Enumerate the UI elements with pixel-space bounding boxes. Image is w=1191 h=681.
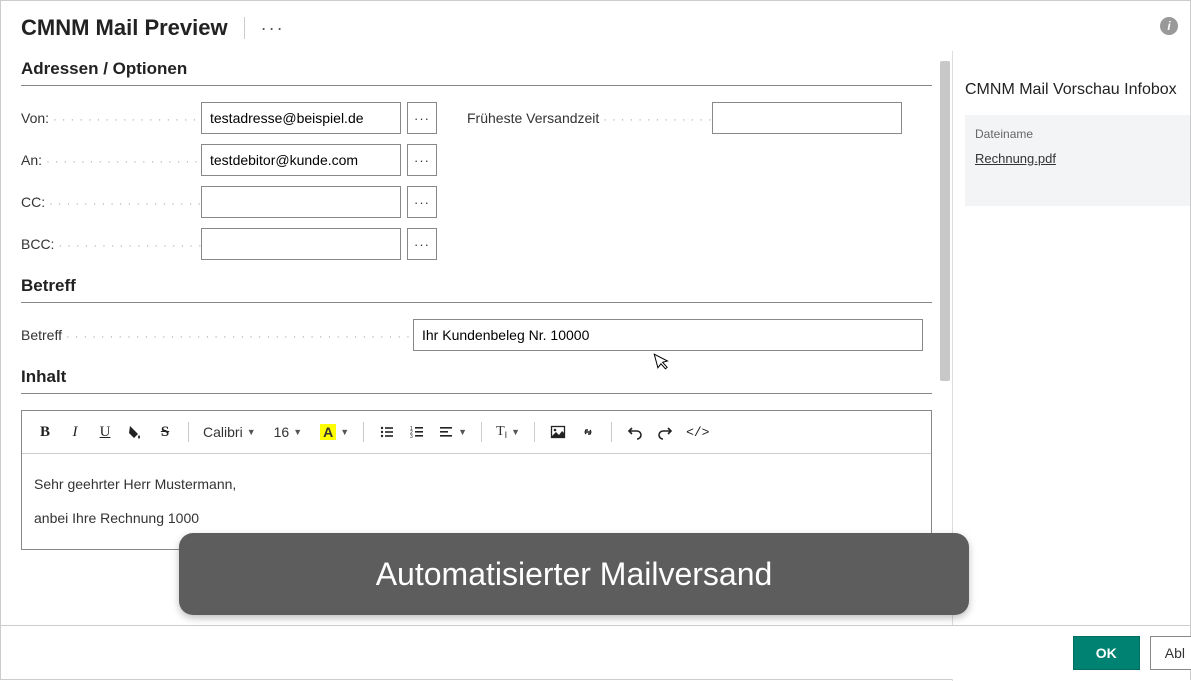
attachment-box: Dateiname Rechnung.pdf: [965, 115, 1190, 206]
to-lookup-button[interactable]: ···: [407, 144, 437, 176]
cc-input[interactable]: [201, 186, 401, 218]
overlay-banner: Automatisierter Mailversand: [179, 533, 969, 615]
toolbar-separator: [481, 422, 482, 442]
toolbar-separator: [611, 422, 612, 442]
sendtime-input[interactable]: [712, 102, 902, 134]
ok-button[interactable]: OK: [1073, 636, 1140, 670]
bold-button[interactable]: B: [32, 419, 58, 445]
link-button[interactable]: [575, 419, 601, 445]
cancel-button[interactable]: Abl: [1150, 636, 1191, 670]
editor-line: anbei Ihre Rechnung 1000: [34, 502, 919, 536]
page-title: CMNM Mail Preview: [21, 15, 228, 41]
bcc-lookup-button[interactable]: ···: [407, 228, 437, 260]
numbered-list-button[interactable]: 123: [404, 419, 430, 445]
bcc-input[interactable]: [201, 228, 401, 260]
side-pane: CMNM Mail Vorschau Infobox Dateiname Rec…: [952, 51, 1190, 681]
redo-button[interactable]: [652, 419, 678, 445]
infobox-title: CMNM Mail Vorschau Infobox: [965, 81, 1190, 99]
from-lookup-button[interactable]: ···: [407, 102, 437, 134]
filename-label: Dateiname: [975, 127, 1180, 141]
underline-button[interactable]: U: [92, 419, 118, 445]
info-icon[interactable]: i: [1160, 17, 1178, 35]
cc-label: CC:: [21, 194, 201, 210]
cc-lookup-button[interactable]: ···: [407, 186, 437, 218]
strikethrough-button[interactable]: S: [152, 419, 178, 445]
editor-toolbar: B I U S Calibri▼ 16▼ A▼ 123: [22, 411, 931, 454]
code-view-button[interactable]: </>: [682, 419, 713, 445]
from-input[interactable]: [201, 102, 401, 134]
sendtime-label: Früheste Versandzeit: [467, 110, 712, 126]
toolbar-separator: [534, 422, 535, 442]
footer: OK Abl: [1, 625, 1190, 679]
undo-button[interactable]: [622, 419, 648, 445]
font-color-dropdown[interactable]: A▼: [316, 419, 353, 445]
image-button[interactable]: [545, 419, 571, 445]
vertical-scrollbar[interactable]: [940, 61, 950, 381]
to-input[interactable]: [201, 144, 401, 176]
svg-text:3: 3: [410, 434, 413, 440]
font-size-dropdown[interactable]: 16▼: [270, 419, 307, 445]
rich-text-editor: B I U S Calibri▼ 16▼ A▼ 123: [21, 410, 932, 550]
from-label: Von:: [21, 110, 201, 126]
section-content[interactable]: Inhalt: [21, 367, 932, 394]
italic-button[interactable]: I: [62, 419, 88, 445]
subject-input[interactable]: [413, 319, 923, 351]
section-addresses[interactable]: Adressen / Optionen: [21, 59, 932, 86]
text-style-dropdown[interactable]: TI▼: [492, 419, 524, 445]
page-header: CMNM Mail Preview ···: [1, 1, 1190, 51]
font-family-dropdown[interactable]: Calibri▼: [199, 419, 260, 445]
more-actions-button[interactable]: ···: [261, 18, 285, 39]
toolbar-separator: [363, 422, 364, 442]
to-label: An:: [21, 152, 201, 168]
editor-line: Sehr geehrter Herr Mustermann,: [34, 468, 919, 502]
bcc-label: BCC:: [21, 236, 201, 252]
bullet-list-button[interactable]: [374, 419, 400, 445]
subject-label: Betreff: [21, 327, 413, 343]
toolbar-separator: [188, 422, 189, 442]
header-separator: [244, 17, 245, 39]
align-dropdown[interactable]: ▼: [434, 419, 471, 445]
fill-button[interactable]: [122, 419, 148, 445]
section-subject[interactable]: Betreff: [21, 276, 932, 303]
attachment-link[interactable]: Rechnung.pdf: [975, 151, 1180, 166]
